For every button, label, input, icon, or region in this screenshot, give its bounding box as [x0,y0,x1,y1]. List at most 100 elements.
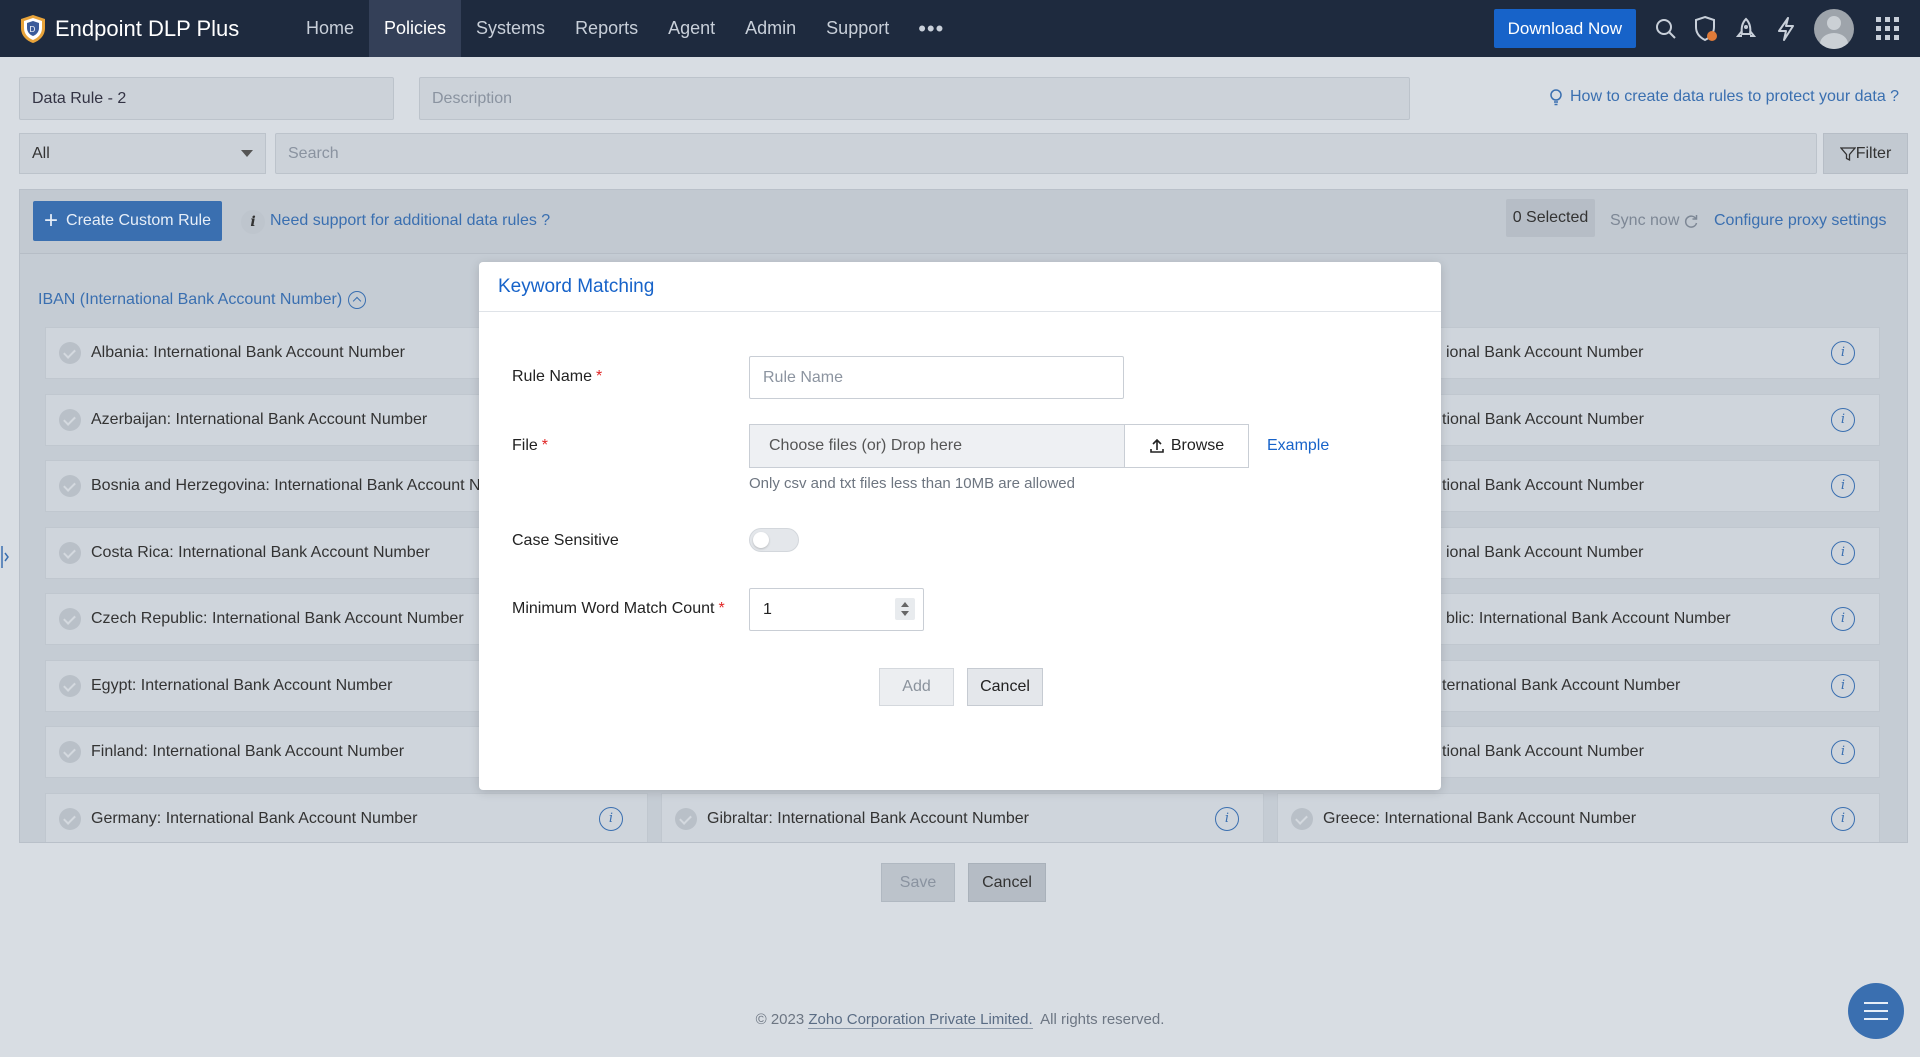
file-hint: Only csv and txt files less than 10MB ar… [749,475,1075,492]
svg-text:D: D [30,25,36,34]
rule-name-field[interactable]: Data Rule - 2 [19,77,394,120]
brand[interactable]: D Endpoint DLP Plus [19,14,279,44]
file-drop-text: Choose files (or) Drop here [769,437,962,454]
main-nav: Home Policies Systems Reports Agent Admi… [291,0,958,57]
case-sensitive-toggle[interactable] [749,528,799,552]
browse-button[interactable]: Browse [1124,424,1249,468]
footer-prefix: © 2023 [755,1011,809,1028]
info-circle-icon[interactable]: i [599,807,623,831]
browse-label: Browse [1170,437,1225,454]
section-title: IBAN (International Bank Account Number) [38,291,343,308]
check-circle-icon[interactable] [59,675,81,697]
info-circle-icon[interactable]: i [1831,807,1855,831]
footer: © 2023 Zoho Corporation Private Limited.… [0,1011,1920,1029]
example-link[interactable]: Example [1267,437,1329,455]
side-panel-handle-icon[interactable] [0,542,10,572]
rule-card-label: Greece: International Bank Account Numbe… [1323,810,1637,827]
lightbulb-icon [1550,89,1562,106]
sync-now-label: Sync now [1610,212,1680,229]
lightning-icon[interactable] [1766,0,1806,57]
info-circle-icon[interactable]: i [1831,541,1855,565]
top-nav-bar: D Endpoint DLP Plus Home Policies System… [0,0,1920,57]
rule-name-input[interactable]: Rule Name [749,356,1124,399]
file-drop-zone[interactable]: Choose files (or) Drop here [749,424,1125,468]
required-mark: * [596,368,603,385]
info-circle-icon[interactable]: i [1831,341,1855,365]
spinner-arrows-icon[interactable] [895,598,915,620]
check-circle-icon[interactable] [59,741,81,763]
rule-card-label: Germany: International Bank Account Numb… [91,810,418,827]
app-grid-icon[interactable] [1868,0,1908,57]
upload-icon [1150,438,1164,453]
description-field[interactable]: Description [419,77,1410,120]
footer-suffix: All rights reserved. [1032,1011,1165,1028]
nav-reports[interactable]: Reports [560,0,653,57]
toggle-knob [753,532,769,548]
nav-admin[interactable]: Admin [730,0,811,57]
configure-proxy-link[interactable]: Configure proxy settings [1714,212,1887,230]
info-circle-icon[interactable]: i [1831,607,1855,631]
nav-support[interactable]: Support [811,0,904,57]
rule-card[interactable]: Gibraltar: International Bank Account Nu… [661,793,1264,842]
filter-button[interactable]: Filter [1823,133,1908,174]
check-circle-icon[interactable] [1291,808,1313,830]
hamburger-icon [1864,1002,1888,1004]
info-circle-icon[interactable]: i [1831,408,1855,432]
nav-policies[interactable]: Policies [369,0,462,57]
file-label-text: File [512,437,538,454]
check-circle-icon[interactable] [59,542,81,564]
hamburger-icon-line [1864,1018,1888,1020]
file-label: File * [512,437,548,455]
min-match-count-stepper[interactable]: 1 [749,588,924,631]
filter-label: Filter [1855,144,1892,162]
nav-systems[interactable]: Systems [461,0,560,57]
plus-icon: + [44,207,59,234]
dialog-cancel-button[interactable]: Cancel [967,668,1043,706]
category-select[interactable]: All [19,133,266,174]
info-circle-icon[interactable]: i [1831,740,1855,764]
check-circle-icon[interactable] [59,808,81,830]
search-placeholder: Search [288,144,339,162]
info-circle-icon[interactable]: i [1831,474,1855,498]
search-icon[interactable] [1646,0,1686,57]
rules-toolbar: + Create Custom Rule i Need support for … [20,190,1907,254]
dialog-title: Keyword Matching [498,275,655,297]
menu-fab-button[interactable] [1848,983,1904,1039]
min-match-value: 1 [763,600,772,618]
rule-card[interactable]: Germany: International Bank Account Numb… [45,793,648,842]
check-circle-icon[interactable] [59,475,81,497]
info-icon[interactable]: i [241,210,265,234]
check-circle-icon[interactable] [59,342,81,364]
case-sensitive-label: Case Sensitive [512,532,619,549]
search-input[interactable]: Search [275,133,1817,174]
download-now-button[interactable]: Download Now [1493,9,1636,48]
shield-alert-icon[interactable] [1686,0,1726,57]
info-circle-icon[interactable]: i [1215,807,1239,831]
check-circle-icon[interactable] [675,808,697,830]
nav-home[interactable]: Home [291,0,369,57]
min-match-label: Minimum Word Match Count * [512,600,725,618]
rocket-icon[interactable] [1726,0,1766,57]
more-menu-icon[interactable]: ••• [904,0,958,57]
company-link[interactable]: Zoho Corporation Private Limited. [808,1011,1033,1029]
help-link[interactable]: How to create data rules to protect your… [1548,88,1899,106]
rule-card-label: Gibraltar: International Bank Account Nu… [707,810,1029,827]
chevron-up-icon[interactable] [348,291,367,309]
avatar[interactable] [1814,8,1854,49]
info-circle-icon[interactable]: i [1831,674,1855,698]
create-custom-rule-button[interactable]: + Create Custom Rule [33,201,222,241]
nav-agent[interactable]: Agent [653,0,730,57]
sync-now-button[interactable]: Sync now [1610,212,1699,230]
check-circle-icon[interactable] [59,409,81,431]
support-link[interactable]: Need support for additional data rules ? [270,212,550,230]
cancel-button[interactable]: Cancel [968,863,1046,902]
create-custom-rule-label: Create Custom Rule [66,212,211,229]
dialog-header: Keyword Matching [479,262,1441,312]
iban-section-header[interactable]: IBAN (International Bank Account Number) [38,291,367,309]
required-mark: * [541,437,549,454]
save-button[interactable]: Save [881,863,955,902]
app-name: Endpoint DLP Plus [55,15,240,41]
add-button[interactable]: Add [879,668,954,706]
check-circle-icon[interactable] [59,608,81,630]
rule-card[interactable]: Greece: International Bank Account Numbe… [1277,793,1880,842]
